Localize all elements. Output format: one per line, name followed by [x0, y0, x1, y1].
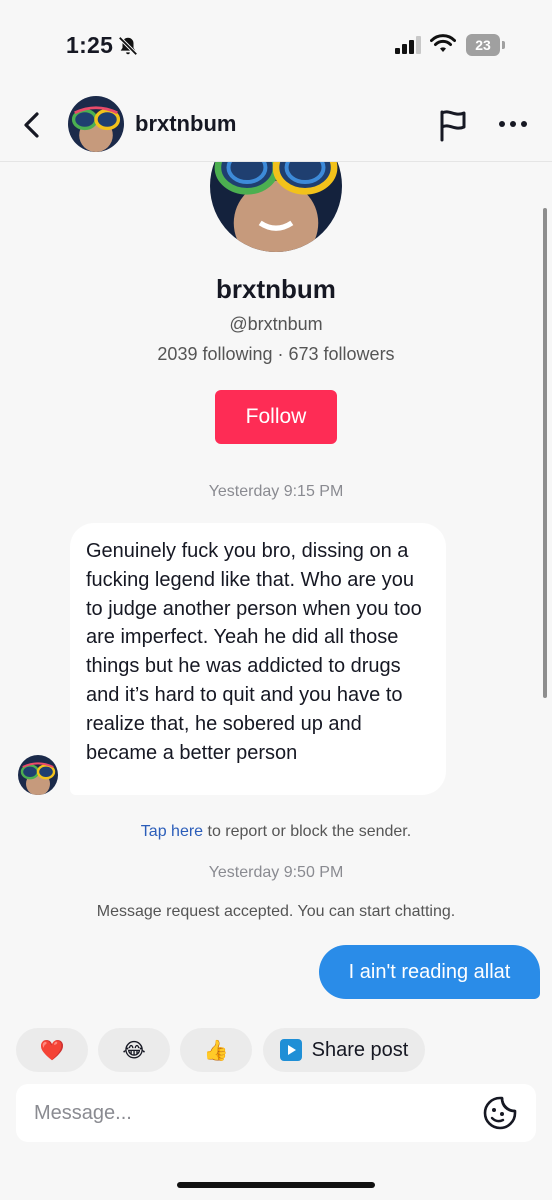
incoming-message-bubble[interactable]: Genuinely fuck you bro, dissing on a fuc…: [70, 523, 446, 795]
laugh-reaction-button[interactable]: 😂: [98, 1028, 170, 1072]
profile-display-name: brxtnbum: [216, 274, 336, 304]
share-post-button[interactable]: Share post: [263, 1028, 425, 1072]
battery-icon: 23: [466, 34, 506, 56]
quick-replies: ❤️ 😂 👍 Share post: [0, 1028, 552, 1072]
bell-slash-icon: [118, 36, 138, 56]
battery-level: 23: [466, 34, 500, 56]
request-accepted-notice: Message request accepted. You can start …: [96, 903, 456, 920]
outgoing-message-bubble[interactable]: I ain't reading allat: [319, 945, 540, 999]
heart-reaction-button[interactable]: ❤️: [16, 1028, 88, 1072]
home-indicator: [177, 1182, 375, 1188]
chat-header: brxtnbum: [0, 90, 552, 162]
more-icon[interactable]: [497, 114, 529, 134]
share-post-icon: [279, 1039, 302, 1061]
message-timestamp: Yesterday 9:15 PM: [208, 483, 344, 500]
battery-cap: [502, 41, 505, 49]
wifi-icon: [430, 34, 456, 52]
follow-button[interactable]: Follow: [215, 390, 337, 444]
status-bar: 1:25 23: [0, 0, 552, 90]
header-username[interactable]: brxtnbum: [135, 111, 236, 137]
profile-stats: 2039 following · 673 followers: [157, 344, 395, 364]
flag-icon[interactable]: [437, 108, 469, 142]
signal-icon: [395, 36, 421, 54]
message-timestamp: Yesterday 9:50 PM: [208, 864, 344, 881]
share-post-label: Share post: [311, 1038, 409, 1061]
header-avatar[interactable]: [68, 96, 124, 152]
scrollbar[interactable]: [543, 208, 547, 698]
message-input[interactable]: [34, 1084, 474, 1142]
back-icon[interactable]: [18, 110, 46, 140]
status-time: 1:25: [66, 32, 114, 58]
profile-handle: @brxtnbum: [229, 314, 323, 334]
message-composer: [16, 1084, 536, 1142]
report-text: to report or block the sender.: [203, 823, 412, 840]
thumbs-up-reaction-button[interactable]: 👍: [180, 1028, 252, 1072]
report-link[interactable]: Tap here: [141, 823, 203, 840]
sender-avatar[interactable]: [18, 755, 58, 795]
sticker-icon[interactable]: [482, 1095, 518, 1131]
report-notice: Tap here to report or block the sender.: [0, 823, 552, 841]
